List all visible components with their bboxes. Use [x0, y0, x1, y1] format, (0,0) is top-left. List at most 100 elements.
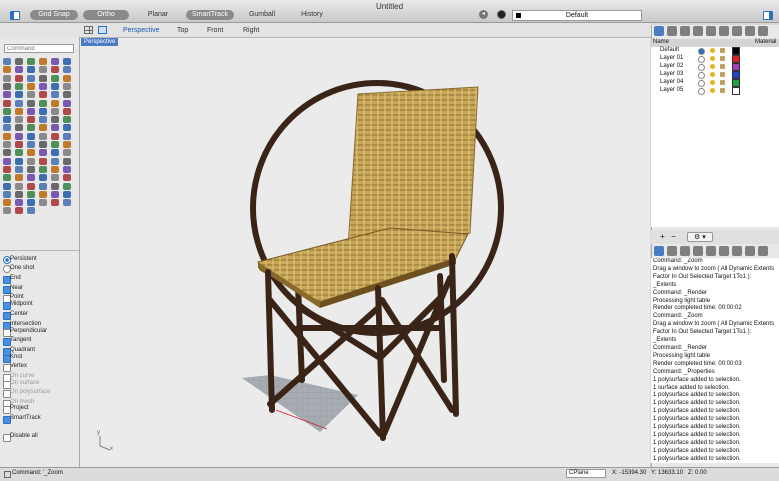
materials-icon[interactable]	[667, 246, 677, 256]
lock-icon[interactable]	[720, 56, 725, 61]
tool-button[interactable]	[3, 91, 11, 99]
tool-button[interactable]	[51, 149, 59, 157]
tool-button[interactable]	[3, 141, 11, 148]
tool-button[interactable]	[3, 124, 11, 132]
tool-button[interactable]	[15, 74, 23, 82]
tool-button[interactable]	[63, 124, 71, 132]
command-input[interactable]	[4, 44, 74, 53]
tool-button[interactable]	[63, 116, 71, 124]
layer-row[interactable]: Default	[652, 47, 778, 55]
tool-button[interactable]	[63, 132, 71, 140]
current-layer-radio[interactable]	[698, 88, 705, 95]
tool-button[interactable]	[15, 174, 23, 182]
tool-button[interactable]	[27, 107, 35, 115]
tool-button[interactable]	[15, 190, 23, 198]
tool-button[interactable]	[63, 149, 71, 157]
tool-button[interactable]	[27, 82, 35, 90]
tool-button[interactable]	[63, 99, 71, 107]
perspective-viewport[interactable]	[80, 38, 650, 467]
tool-button[interactable]	[39, 116, 47, 124]
tool-button[interactable]	[27, 182, 35, 190]
tool-button[interactable]	[15, 182, 23, 190]
tool-button[interactable]	[39, 107, 47, 115]
tool-button[interactable]	[51, 132, 59, 140]
tool-button[interactable]	[15, 149, 23, 157]
grid-snap-button[interactable]: Grid Snap	[30, 10, 78, 20]
tool-button[interactable]	[3, 82, 11, 90]
tool-button[interactable]	[39, 132, 47, 140]
lights-icon[interactable]	[732, 26, 742, 36]
render-icon[interactable]	[719, 26, 729, 36]
tool-button[interactable]	[51, 82, 59, 90]
tool-button[interactable]	[15, 132, 23, 140]
tool-button[interactable]	[3, 157, 11, 165]
tool-button[interactable]	[15, 165, 23, 173]
tool-button[interactable]	[51, 157, 59, 165]
tool-button[interactable]	[63, 190, 71, 198]
tool-button[interactable]	[63, 182, 71, 190]
tool-button[interactable]	[39, 190, 47, 198]
layers-icon[interactable]	[654, 246, 664, 256]
remove-layer-button[interactable]: −	[671, 232, 676, 241]
tool-button[interactable]	[27, 190, 35, 198]
layer-options-button[interactable]: ⚙ ▾	[687, 232, 713, 242]
visibility-bulb-icon[interactable]	[710, 48, 715, 53]
tool-button[interactable]	[39, 74, 47, 82]
tool-button[interactable]	[3, 132, 11, 140]
layer-row[interactable]: Layer 05	[652, 87, 778, 95]
tool-button[interactable]	[51, 199, 59, 207]
tool-button[interactable]	[15, 207, 23, 215]
layers-icon[interactable]	[654, 26, 664, 36]
lock-icon[interactable]	[720, 88, 725, 93]
add-layer-button[interactable]: +	[660, 232, 665, 241]
ortho-button[interactable]: Ortho	[83, 10, 129, 20]
tool-button[interactable]	[51, 74, 59, 82]
current-layer-radio[interactable]	[698, 80, 705, 87]
tool-button[interactable]	[3, 165, 11, 173]
tool-button[interactable]	[39, 165, 47, 173]
tool-button[interactable]	[27, 165, 35, 173]
tool-button[interactable]	[51, 190, 59, 198]
tool-button[interactable]	[63, 74, 71, 82]
lights-icon[interactable]	[732, 246, 742, 256]
current-layer-radio[interactable]	[698, 64, 705, 71]
tool-button[interactable]	[51, 107, 59, 115]
tool-button[interactable]	[39, 199, 47, 207]
tool-button[interactable]	[3, 107, 11, 115]
tool-button[interactable]	[27, 116, 35, 124]
tool-button[interactable]	[63, 66, 71, 74]
properties-icon[interactable]	[680, 26, 690, 36]
lock-icon[interactable]	[720, 48, 725, 53]
layer-select[interactable]: Default	[512, 10, 642, 21]
planar-button[interactable]: Planar	[136, 10, 180, 20]
current-layer-radio[interactable]	[698, 48, 705, 55]
tool-button[interactable]	[39, 141, 47, 148]
tool-button[interactable]	[27, 74, 35, 82]
visibility-bulb-icon[interactable]	[710, 64, 715, 69]
visibility-bulb-icon[interactable]	[710, 56, 715, 61]
tool-button[interactable]	[51, 165, 59, 173]
tool-button[interactable]	[15, 99, 23, 107]
undo-icon[interactable]: ◂	[479, 10, 488, 19]
tool-button[interactable]	[51, 116, 59, 124]
tab-perspective[interactable]: Perspective	[123, 27, 160, 34]
tab-front[interactable]: Front	[207, 27, 223, 34]
tool-button[interactable]	[39, 58, 47, 65]
tool-button[interactable]	[39, 124, 47, 132]
tool-button[interactable]	[27, 58, 35, 65]
layer-row[interactable]: Layer 01	[652, 55, 778, 63]
tool-button[interactable]	[51, 66, 59, 74]
tool-button[interactable]	[51, 58, 59, 65]
tool-button[interactable]	[39, 66, 47, 74]
single-layout-icon[interactable]	[98, 26, 107, 34]
tool-button[interactable]	[15, 82, 23, 90]
command-history[interactable]: Command: _Zoom Drag a window to zoom ( Al…	[651, 258, 779, 463]
record-icon[interactable]	[497, 10, 506, 19]
tool-button[interactable]	[27, 124, 35, 132]
notes-icon[interactable]	[745, 26, 755, 36]
tool-button[interactable]	[3, 66, 11, 74]
lock-icon[interactable]	[720, 80, 725, 85]
object-icon[interactable]	[693, 26, 703, 36]
visibility-bulb-icon[interactable]	[710, 88, 715, 93]
sidebar-toggle-icon[interactable]	[10, 11, 20, 20]
